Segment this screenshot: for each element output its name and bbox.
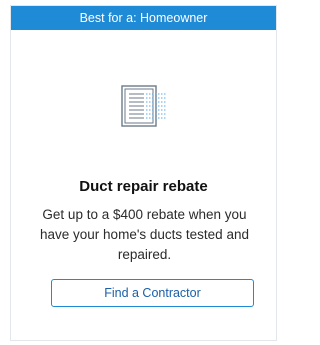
icon-container	[11, 84, 276, 130]
audience-banner: Best for a: Homeowner	[11, 6, 276, 30]
duct-vent-icon	[120, 84, 168, 130]
rebate-card: Best for a: Homeowner Duct repair rebate…	[10, 5, 277, 341]
find-contractor-button[interactable]: Find a Contractor	[51, 279, 254, 307]
rebate-title: Duct repair rebate	[79, 178, 208, 195]
rebate-description: Get up to a $400 rebate when you have yo…	[40, 207, 249, 262]
